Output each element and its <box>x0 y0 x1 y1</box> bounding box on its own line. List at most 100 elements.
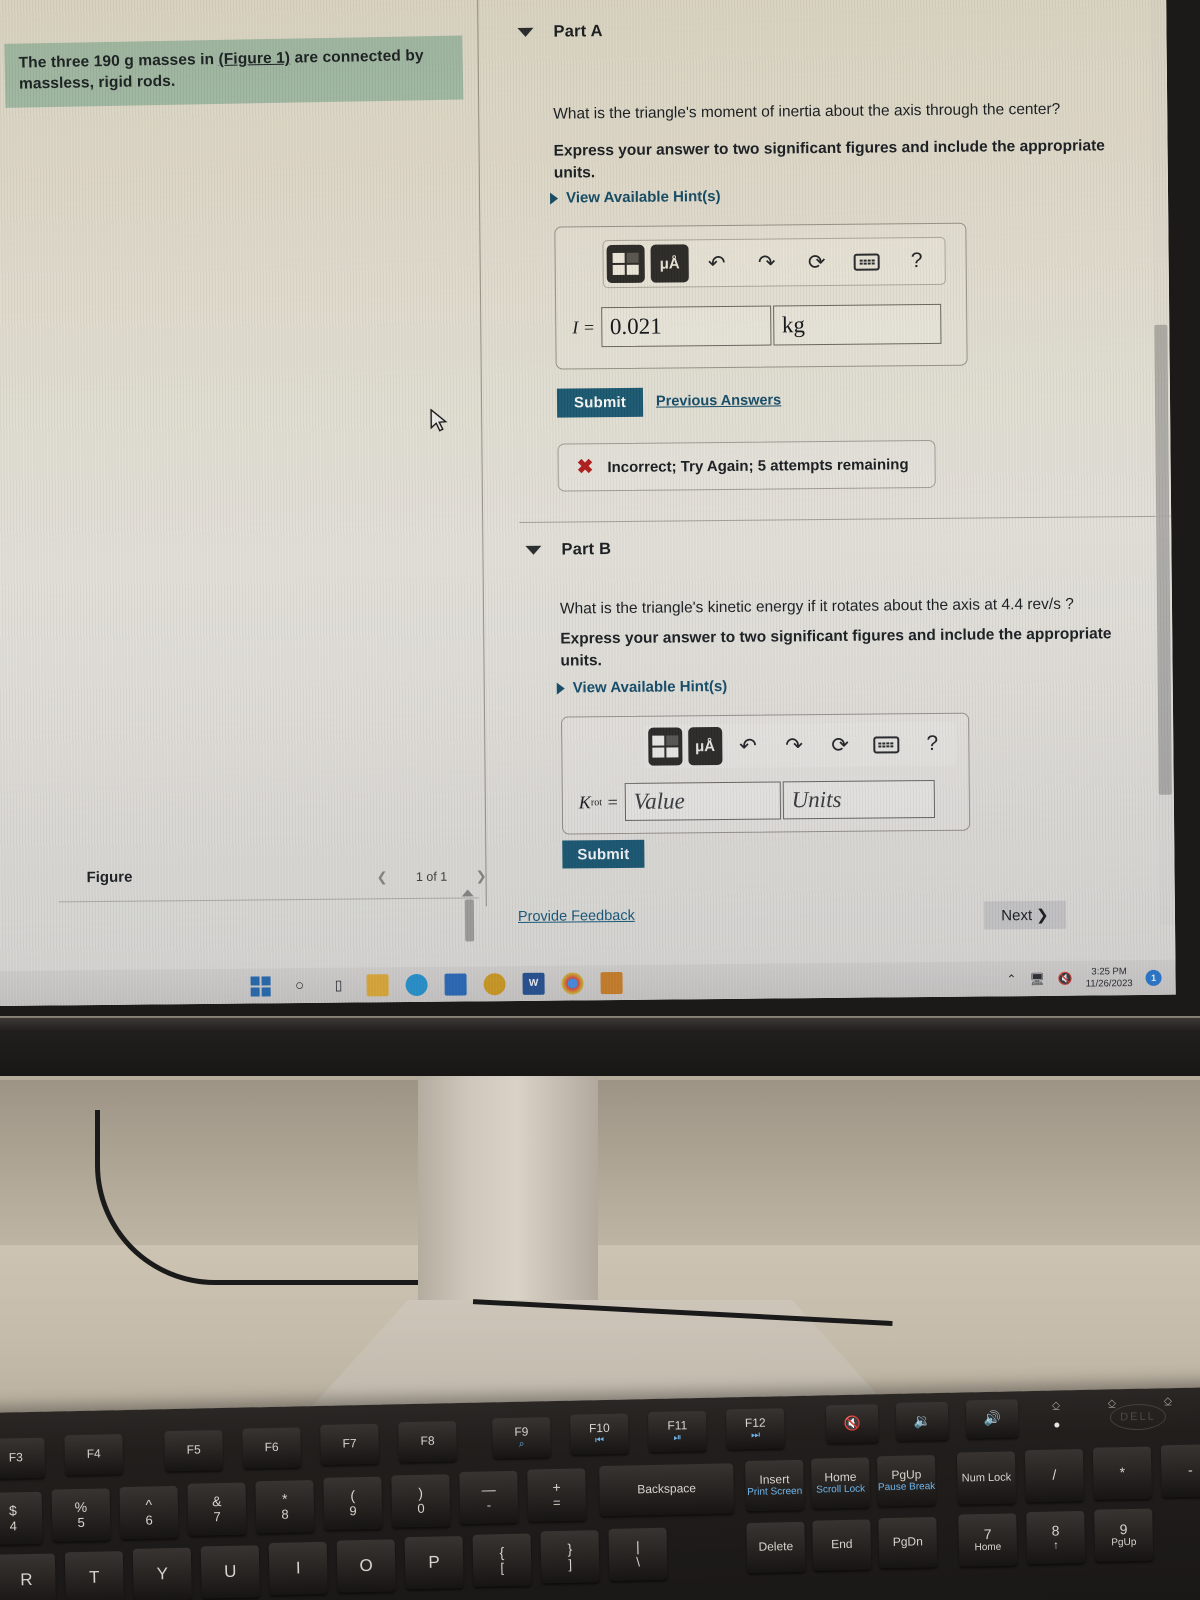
store-icon[interactable] <box>444 972 467 996</box>
part-b-submit-button[interactable]: Submit <box>562 839 645 869</box>
part-a-collapse-caret-icon[interactable] <box>517 27 534 37</box>
key-volume-up[interactable]: 🔊 <box>965 1399 1019 1439</box>
key-8[interactable]: * 8 <box>255 1480 315 1534</box>
key-numpad-divide[interactable]: / <box>1024 1448 1084 1503</box>
key-delete[interactable]: Delete <box>746 1521 806 1574</box>
key-t[interactable]: T <box>64 1551 124 1600</box>
key-backslash[interactable]: | \ <box>608 1527 668 1581</box>
key-p[interactable]: P <box>404 1535 464 1590</box>
part-b-units-button[interactable]: μÅ <box>687 727 723 766</box>
notification-badge[interactable]: 1 <box>1145 969 1162 986</box>
part-a-redo-icon[interactable]: ↷ <box>749 245 785 279</box>
task-view-icon[interactable]: ▯ <box>328 974 350 996</box>
part-b-hints-toggle[interactable]: View Available Hint(s) <box>556 678 727 697</box>
key-home[interactable]: Home Scroll Lock <box>811 1457 871 1509</box>
file-explorer-icon[interactable] <box>366 973 389 996</box>
content-pane: Part A What is the triangle's moment of … <box>490 0 1175 966</box>
key-f8[interactable]: F8 <box>398 1421 457 1463</box>
tray-chevron-icon[interactable]: ⌃ <box>1006 972 1016 986</box>
part-a-hints-toggle[interactable]: View Available Hint(s) <box>550 188 721 207</box>
key-f11[interactable]: F11 ⏯ <box>648 1410 707 1453</box>
key-numpad-8[interactable]: 8 ↑ <box>1026 1510 1086 1565</box>
clock-date: 11/26/2023 <box>1085 977 1133 990</box>
figure-scrollbar-thumb[interactable] <box>464 899 475 942</box>
part-b-value-input[interactable]: Value <box>624 781 781 821</box>
part-b-help-icon[interactable]: ? <box>916 727 948 761</box>
app-icon[interactable] <box>600 971 623 994</box>
key-f6[interactable]: F6 <box>242 1427 302 1469</box>
key-volume-down[interactable]: 🔉 <box>895 1401 949 1441</box>
key-f10[interactable]: F10 ⏮ <box>570 1413 629 1455</box>
volume-muted-icon[interactable]: 🔇 <box>1058 971 1073 985</box>
part-a-units-button[interactable]: μÅ <box>650 244 689 283</box>
part-b-reset-icon[interactable]: ⟳ <box>824 728 856 762</box>
key-f12[interactable]: F12 ⏭ <box>725 1408 785 1450</box>
num-lock-led-dot <box>1054 1422 1060 1428</box>
part-a-keyboard-button[interactable] <box>849 244 885 278</box>
key-numpad-minus[interactable]: - <box>1160 1444 1200 1498</box>
taskbar-clock[interactable]: 3:25 PM 11/26/2023 <box>1086 966 1133 990</box>
key-7[interactable]: & 7 <box>187 1482 247 1536</box>
windows-start-icon[interactable] <box>250 975 272 997</box>
key-equals[interactable]: + = <box>527 1468 587 1522</box>
part-a-undo-icon[interactable]: ↶ <box>699 246 735 280</box>
key-pgdn[interactable]: PgDn <box>878 1517 938 1569</box>
key-f5[interactable]: F5 <box>164 1429 224 1472</box>
chrome-icon[interactable] <box>561 971 584 995</box>
key-f4[interactable]: F4 <box>64 1434 124 1476</box>
key-i[interactable]: I <box>268 1541 328 1596</box>
part-a-template-button[interactable] <box>606 244 645 284</box>
key-bracket-left[interactable]: {[ <box>472 1533 532 1587</box>
part-a-previous-answers-link[interactable]: Previous Answers <box>656 392 781 409</box>
key-num-lock[interactable]: Num Lock <box>956 1451 1017 1505</box>
figure-next-icon[interactable]: ❯ <box>476 868 487 884</box>
next-button-label: Next <box>1001 906 1033 924</box>
part-a-value-input[interactable]: 0.021 <box>600 305 772 348</box>
key-mute[interactable]: 🔇 <box>825 1404 879 1444</box>
key-insert[interactable]: Insert Print Screen <box>745 1459 805 1512</box>
key-f3[interactable]: F3 <box>0 1437 46 1479</box>
next-button[interactable]: Next ❯ <box>983 900 1067 930</box>
part-a-reset-icon[interactable]: ⟳ <box>799 245 835 279</box>
word-icon[interactable]: W <box>522 972 545 995</box>
key-5[interactable]: % 5 <box>51 1488 111 1542</box>
key-pgup[interactable]: PgUp Pause Break <box>876 1455 937 1507</box>
key-9[interactable]: (9 <box>323 1476 383 1530</box>
key-0[interactable]: ) 0 <box>391 1474 451 1528</box>
key-bracket-right[interactable]: }] <box>540 1530 600 1584</box>
search-icon[interactable]: ○ <box>289 974 311 996</box>
key-o[interactable]: O <box>336 1539 396 1593</box>
key-numpad-7[interactable]: 7 Home <box>958 1513 1018 1567</box>
provide-feedback-link[interactable]: Provide Feedback <box>518 908 635 925</box>
key-4[interactable]: $4 <box>0 1491 43 1545</box>
figure-scroll-up-arrow[interactable] <box>461 889 474 897</box>
part-b-undo-icon[interactable]: ↶ <box>732 729 764 763</box>
key-minus[interactable]: — - <box>459 1470 519 1525</box>
part-b-keyboard-button[interactable] <box>870 727 902 761</box>
network-icon[interactable]: 🖥 <box>1029 971 1044 985</box>
key-f9[interactable]: F9 ⌕ <box>492 1417 551 1459</box>
key-6[interactable]: ^ 6 <box>119 1485 179 1540</box>
part-b-header[interactable]: Part B <box>525 540 611 560</box>
figure-1-link[interactable]: (Figure 1) <box>218 50 290 68</box>
key-end[interactable]: End <box>812 1519 872 1571</box>
f11-play-pause-icon: ⏯ <box>673 1432 682 1444</box>
key-numpad-multiply[interactable]: * <box>1092 1446 1152 1500</box>
key-numpad-9[interactable]: 9 PgUp <box>1094 1508 1154 1562</box>
figure-prev-icon[interactable]: ❮ <box>376 869 387 885</box>
part-b-template-button[interactable] <box>648 727 683 766</box>
key-f7[interactable]: F7 <box>320 1423 380 1465</box>
part-a-submit-button[interactable]: Submit <box>556 387 644 418</box>
mail-icon[interactable] <box>483 972 506 995</box>
key-r[interactable]: R <box>0 1553 56 1600</box>
key-backspace[interactable]: Backspace <box>599 1463 735 1517</box>
part-a-help-icon[interactable]: ? <box>899 244 935 278</box>
part-b-collapse-caret-icon[interactable] <box>525 545 542 555</box>
key-u[interactable]: U <box>200 1545 260 1599</box>
part-a-header[interactable]: Part A <box>517 22 603 42</box>
part-b-redo-icon[interactable]: ↷ <box>778 728 810 762</box>
key-y[interactable]: Y <box>132 1547 192 1600</box>
edge-icon[interactable] <box>405 973 428 996</box>
part-a-units-input[interactable]: kg <box>772 303 942 346</box>
part-b-units-input[interactable]: Units <box>782 779 935 820</box>
